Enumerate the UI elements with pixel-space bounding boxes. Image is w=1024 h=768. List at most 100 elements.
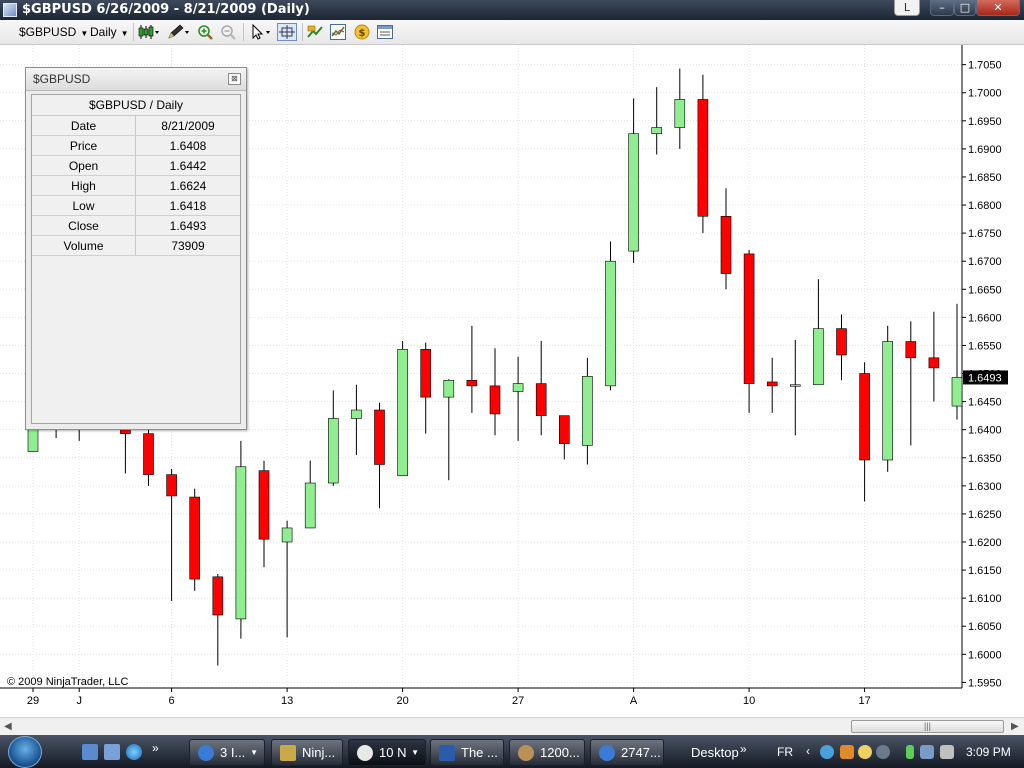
interval-dropdown[interactable]: Daily ▼	[90, 23, 129, 41]
tray-expand-icon[interactable]: ‹	[806, 744, 810, 758]
candle-body	[374, 409, 385, 465]
minimize-button[interactable]: –	[930, 0, 954, 16]
candle-body	[27, 426, 39, 452]
instrument-label: $GBPUSD	[19, 25, 77, 39]
candle-body	[928, 357, 940, 369]
strategy-icon[interactable]	[307, 24, 323, 40]
chevron-down-icon: ▼	[411, 748, 419, 757]
show-desktop-icon[interactable]	[82, 744, 98, 760]
update-tray-icon[interactable]	[840, 745, 854, 759]
scroll-left-icon[interactable]: ◀	[4, 721, 12, 732]
data-box-label: Close	[32, 215, 136, 236]
scrollbar-thumb[interactable]: |||	[851, 720, 1004, 733]
language-indicator[interactable]: FR	[777, 745, 793, 759]
chevron-down-icon: ▼	[250, 748, 258, 757]
candle-body	[582, 376, 593, 446]
y-tick-label: 1.6750	[968, 228, 1002, 240]
app-icon[interactable]	[3, 3, 17, 17]
task-button[interactable]: 1200...	[509, 739, 585, 766]
dollar-icon[interactable]: $	[354, 24, 370, 40]
task-button[interactable]: 2747...	[590, 739, 664, 766]
data-box-window[interactable]: $GBPUSD ⊠ $GBPUSD / Daily Date 8/21/2009 P…	[25, 67, 247, 430]
battery-icon[interactable]	[906, 745, 914, 759]
close-icon[interactable]: ⊠	[228, 73, 241, 85]
system-clock[interactable]: 3:09 PM	[966, 745, 1011, 759]
desktop-toolbar-label[interactable]: Desktop	[691, 745, 739, 760]
data-box-row: Date 8/21/2009	[32, 116, 240, 136]
instrument-dropdown[interactable]: $GBPUSD ▼	[19, 23, 88, 41]
ninjatrader-windows-task-icon	[357, 745, 373, 761]
task-label: 3 I...	[220, 745, 246, 760]
x-tick-label: J	[76, 695, 82, 707]
data-box-label: Open	[32, 155, 136, 176]
candle-body	[166, 474, 177, 497]
data-box-value: 1.6418	[135, 195, 240, 216]
moon-tray-icon[interactable]	[858, 745, 872, 759]
image-task-icon	[518, 745, 534, 761]
candle-body	[351, 409, 362, 419]
x-tick-label: 13	[281, 695, 293, 707]
candle-body	[143, 433, 154, 475]
candle-body	[697, 99, 709, 217]
monitor-tray-icon[interactable]	[920, 745, 934, 759]
volume-icon[interactable]	[940, 745, 954, 759]
y-tick-label: 1.6100	[968, 593, 1002, 605]
y-tick-label: 1.6350	[968, 453, 1002, 465]
task-label: Ninj...	[302, 745, 336, 760]
quicklaunch-more-icon[interactable]: »	[152, 741, 159, 755]
scroll-right-icon[interactable]: ▶	[1011, 721, 1019, 732]
last-price-label: 1.6493	[968, 372, 1002, 384]
data-box-title-bar[interactable]: $GBPUSD ⊠	[26, 68, 246, 91]
y-tick-label: 1.6950	[968, 116, 1002, 128]
data-box-header: $GBPUSD / Daily	[32, 95, 240, 116]
drawing-pencil-icon[interactable]	[167, 24, 191, 40]
zoom-in-icon[interactable]	[197, 24, 213, 40]
close-button[interactable]: ✕	[976, 0, 1020, 16]
network-tray-icon[interactable]	[820, 745, 834, 759]
explorer-icon[interactable]	[104, 744, 120, 760]
data-box-label: Price	[32, 135, 136, 156]
window-title-bar[interactable]: $GBPUSD 6/26/2009 - 8/21/2009 (Daily) L …	[0, 0, 1024, 20]
candle-body	[304, 482, 316, 529]
task-button[interactable]: The ...	[430, 739, 504, 766]
data-box-row: Price 1.6408	[32, 135, 240, 156]
start-button[interactable]	[8, 736, 42, 768]
candle-body	[466, 379, 478, 387]
task-button[interactable]: 10 N ▼	[348, 739, 426, 766]
maximize-button[interactable]: □	[954, 0, 976, 16]
data-box-value: 1.6624	[135, 175, 240, 196]
x-tick-label: 29	[27, 695, 39, 707]
toolbar-separator	[133, 23, 134, 41]
y-tick-label: 1.6250	[968, 509, 1002, 521]
data-box-label: Date	[32, 116, 136, 136]
candle-body	[535, 383, 547, 416]
y-tick-label: 1.7050	[968, 60, 1002, 72]
horizontal-scrollbar[interactable]: ◀ ||| ▶	[0, 717, 1024, 736]
data-box-value: 1.6408	[135, 135, 240, 156]
desktop-toolbar-more-icon[interactable]: »	[740, 742, 747, 756]
ninjatrader-task-icon	[280, 745, 296, 761]
zoom-out-icon[interactable]	[220, 24, 236, 40]
internet-explorer-icon[interactable]	[126, 744, 142, 760]
data-box-row: Low 1.6418	[32, 195, 240, 216]
task-label: 1200...	[540, 745, 580, 760]
task-button[interactable]: 3 I... ▼	[189, 739, 265, 766]
y-tick-label: 1.6550	[968, 340, 1002, 352]
data-box-value: 1.6493	[135, 215, 240, 236]
pointer-icon[interactable]	[250, 24, 274, 40]
task-button[interactable]: Ninj...	[271, 739, 343, 766]
link-button[interactable]: L	[894, 0, 920, 16]
properties-icon[interactable]	[377, 24, 393, 40]
y-tick-label: 1.6450	[968, 397, 1002, 409]
indicator-icon[interactable]	[330, 24, 346, 40]
candlestick-style-icon[interactable]	[138, 24, 160, 40]
clock-tray-icon[interactable]	[876, 745, 890, 759]
data-box-label: High	[32, 175, 136, 196]
candle-body	[212, 576, 224, 616]
chart-toolbar: $GBPUSD ▼ Daily ▼ $	[0, 20, 1024, 45]
data-box-table: Date 8/21/2009 Price 1.6408 Open 1.6442 High 1.…	[32, 116, 240, 256]
crosshair-icon[interactable]	[277, 23, 297, 41]
y-tick-label: 1.6800	[968, 200, 1002, 212]
data-box-label: Low	[32, 195, 136, 216]
y-tick-label: 1.6050	[968, 621, 1002, 633]
